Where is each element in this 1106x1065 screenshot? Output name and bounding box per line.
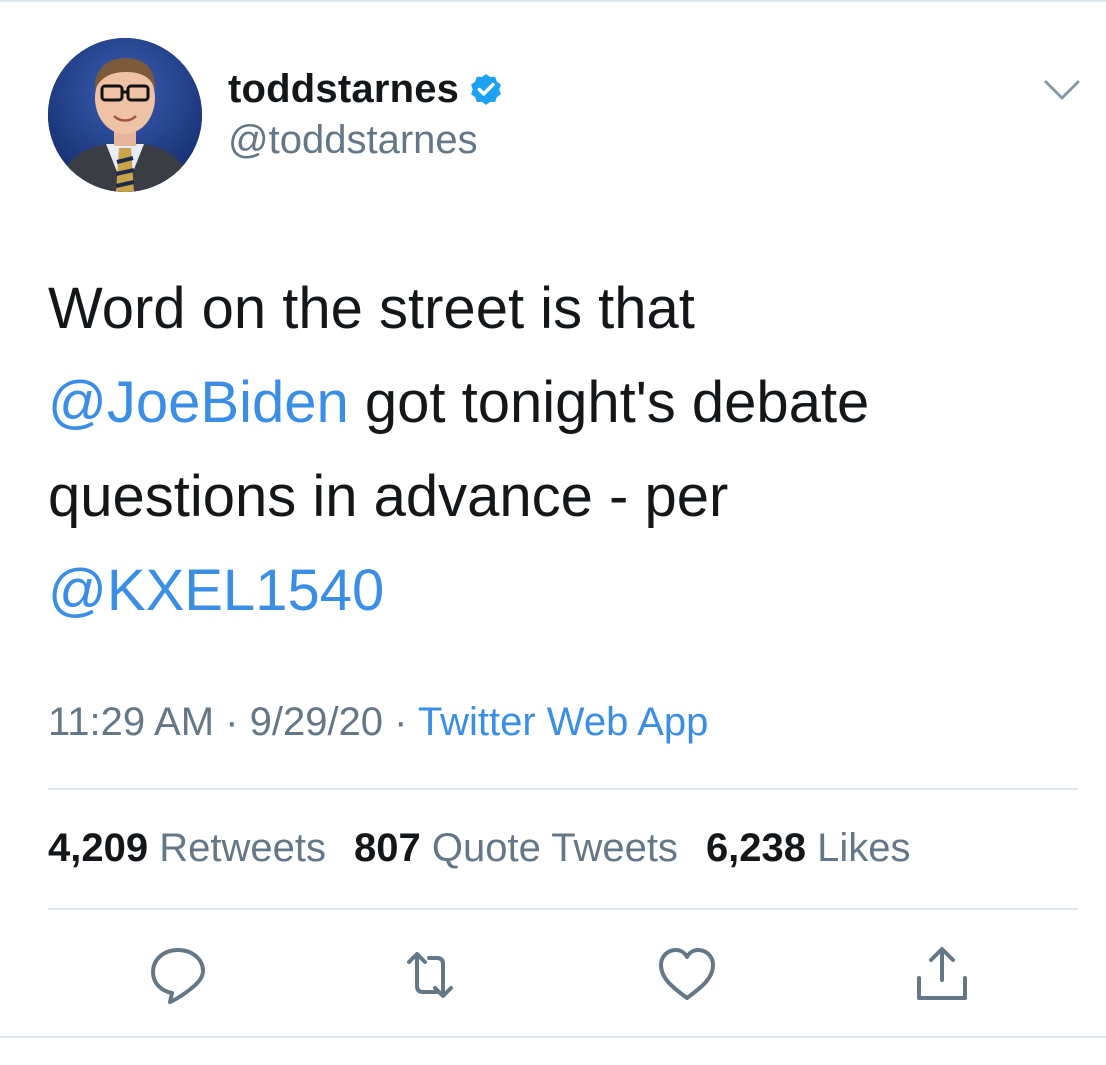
divider <box>48 908 1078 910</box>
retweets-count: 4,209 <box>48 826 149 870</box>
avatar[interactable] <box>48 38 202 192</box>
tweet-text-line-2: @JoeBiden got tonight's debate <box>48 356 1068 450</box>
mention-link-joebiden[interactable]: @JoeBiden <box>48 370 349 435</box>
author-name-row[interactable]: toddstarnes <box>228 64 505 114</box>
tweet-actions <box>0 940 1106 1020</box>
author-handle[interactable]: @toddstarnes <box>228 118 478 163</box>
retweets-label: Retweets <box>159 826 326 870</box>
tweet-date[interactable]: 9/29/20 <box>250 700 383 744</box>
tweet-text-line-1: Word on the street is that <box>48 262 1068 356</box>
bottom-divider <box>0 1036 1106 1038</box>
tweet-stats: 4,209 Retweets 807 Quote Tweets 6,238 Like… <box>48 826 911 871</box>
divider <box>48 788 1078 790</box>
top-divider <box>0 0 1106 2</box>
meta-separator: · <box>214 700 250 744</box>
likes-count: 6,238 <box>705 826 807 870</box>
verified-badge-icon <box>467 70 505 108</box>
quotes-count: 807 <box>353 826 421 870</box>
chevron-down-icon[interactable] <box>1040 72 1084 108</box>
tweet-text: Word on the street is that @JoeBiden got… <box>48 262 1068 638</box>
quotes-label: Quote Tweets <box>431 826 678 870</box>
share-icon[interactable] <box>907 940 977 1010</box>
tweet-meta: 11:29 AM · 9/29/20 · Twitter Web App <box>48 700 708 745</box>
tweet-text-segment: Word on the street is that <box>48 276 695 341</box>
mention-link-kxel1540[interactable]: @KXEL1540 <box>48 558 384 623</box>
tweet-text-line-3: questions in advance - per <box>48 450 1068 544</box>
likes-label: Likes <box>817 826 911 870</box>
reply-icon[interactable] <box>143 940 213 1010</box>
retweet-icon[interactable] <box>395 940 465 1010</box>
tweet-time[interactable]: 11:29 AM <box>48 700 214 744</box>
retweets-stat[interactable]: 4,209 Retweets <box>48 826 326 870</box>
meta-separator: · <box>383 700 418 744</box>
tweet-text-segment: got tonight's debate <box>348 370 870 435</box>
like-icon[interactable] <box>652 940 722 1010</box>
profile-photo-icon <box>48 38 202 192</box>
tweet-source-link[interactable]: Twitter Web App <box>418 700 709 744</box>
tweet-text-segment: questions in advance - per <box>48 464 729 529</box>
quotes-stat[interactable]: 807 Quote Tweets <box>354 826 678 870</box>
display-name[interactable]: toddstarnes <box>228 67 459 112</box>
likes-stat[interactable]: 6,238 Likes <box>706 826 911 870</box>
tweet-text-line-4: @KXEL1540 <box>48 544 1068 638</box>
